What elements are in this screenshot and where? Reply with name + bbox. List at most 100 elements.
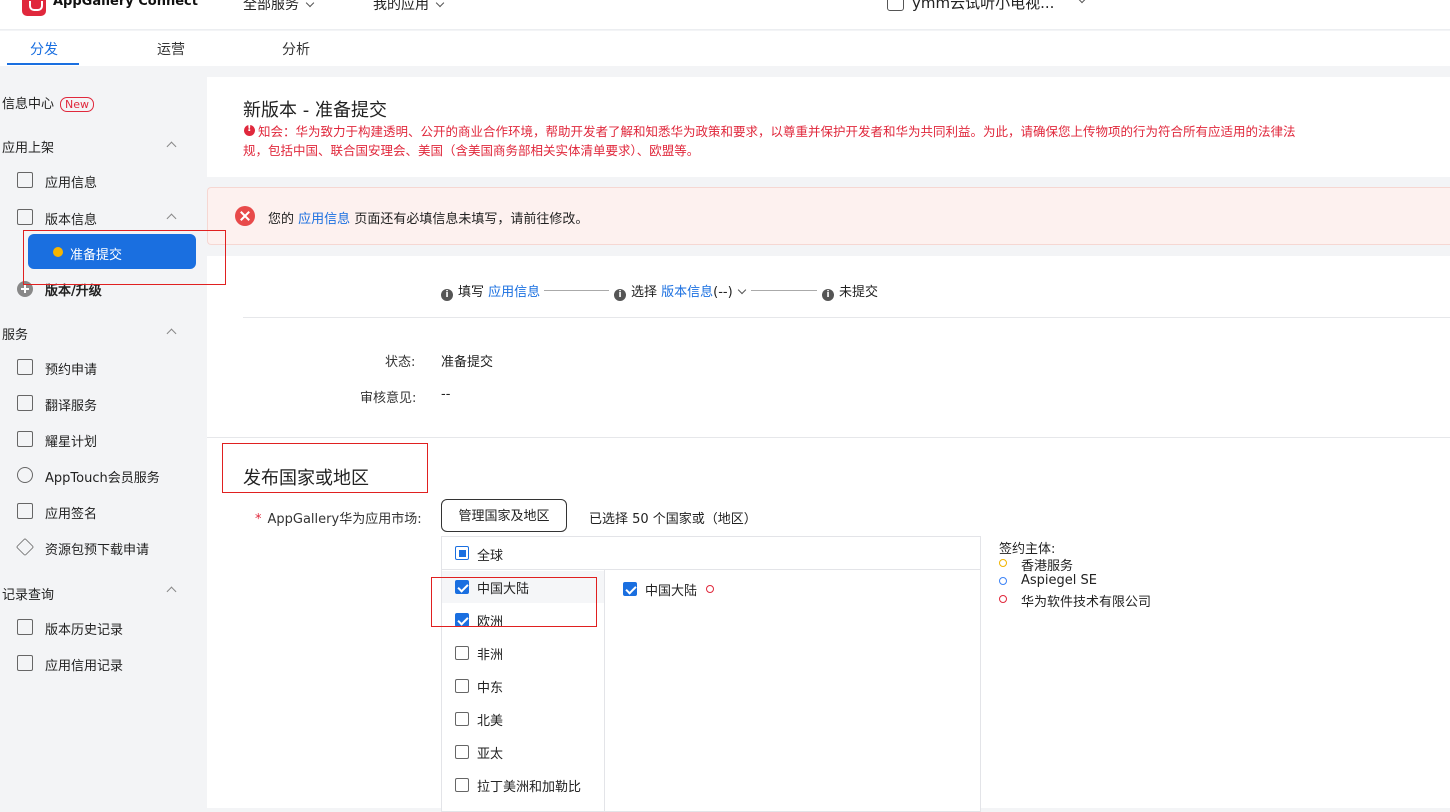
app-name[interactable]: ymm云试听小电视... <box>912 0 1054 13</box>
sidebar-item-resource-preload[interactable]: 资源包预下载申请 <box>45 539 149 558</box>
compliance-notice-line1: 知会：华为致力于构建透明、公开的商业合作环境，帮助开发者了解和知悉华为政策和要求… <box>258 124 1296 139</box>
step-app-info-link[interactable]: 应用信息 <box>488 285 540 300</box>
reservation-icon <box>17 359 33 375</box>
page-title: 新版本 - 准备提交 <box>243 100 387 121</box>
appgallery-logo-icon[interactable] <box>22 0 46 16</box>
info-icon: i <box>441 289 453 301</box>
tab-operate[interactable]: 运营 <box>157 39 185 59</box>
info-icon: i <box>822 289 834 301</box>
translate-icon <box>17 395 33 411</box>
step-not-submitted: i 未提交 <box>822 281 878 301</box>
chevron-down-icon <box>305 0 315 8</box>
alert-app-info-link[interactable]: 应用信息 <box>298 212 350 227</box>
alert-message: 您的 应用信息 页面还有必填信息未填写，请前往修改。 <box>268 212 589 227</box>
status-label: 状态: <box>385 355 416 370</box>
region-label[interactable]: 北美 <box>477 710 503 729</box>
star-plan-icon <box>17 431 33 447</box>
member-service-icon <box>17 467 33 483</box>
app-signature-icon <box>17 503 33 519</box>
step-fill-app-info: i 填写 应用信息 <box>441 281 540 301</box>
status-dot-icon <box>53 247 63 257</box>
chevron-up-icon[interactable] <box>166 213 177 224</box>
global-label: 全球 <box>477 549 504 564</box>
status-value: 准备提交 <box>441 355 494 370</box>
region-label[interactable]: 欧洲 <box>477 611 503 630</box>
sidebar-item-version-upgrade[interactable]: 版本/升级 <box>45 280 102 299</box>
region-selector-header <box>442 537 980 570</box>
sidebar-item-reservation[interactable]: 预约申请 <box>45 359 97 378</box>
divider <box>243 317 1450 318</box>
region-label[interactable]: 中东 <box>477 677 503 696</box>
legend-item: 华为软件技术有限公司 <box>1021 595 1152 610</box>
warning-icon <box>244 123 255 136</box>
region-checkbox-asia-pacific[interactable] <box>455 745 469 759</box>
sidebar-group-publish[interactable]: 应用上架 <box>2 137 54 156</box>
sidebar-item-credit-record[interactable]: 应用信用记录 <box>45 655 123 674</box>
review-value: -- <box>441 387 451 402</box>
region-checkbox-europe[interactable] <box>455 613 469 627</box>
chevron-up-icon[interactable] <box>166 328 177 339</box>
market-label: * AppGallery华为应用市场: <box>255 512 422 527</box>
legend-item: Aspiegel SE <box>1021 573 1097 588</box>
global-checkbox[interactable] <box>455 546 469 560</box>
main-tabs: 分发 运营 分析 <box>0 31 1450 66</box>
sidebar-item-star-plan[interactable]: 耀星计划 <box>45 431 97 450</box>
add-circle-icon <box>17 281 33 297</box>
chevron-up-icon[interactable] <box>166 141 177 152</box>
info-icon: i <box>614 289 626 301</box>
sub-region-checkbox-china[interactable] <box>623 582 637 596</box>
sidebar-item-apptouch[interactable]: AppTouch会员服务 <box>45 467 160 486</box>
region-column-divider <box>604 570 605 812</box>
sidebar-item-version-info[interactable]: 版本信息 <box>45 209 97 228</box>
step-select-version: i 选择 版本信息(--) <box>614 281 746 301</box>
review-label: 审核意见: <box>360 391 417 406</box>
chevron-up-icon[interactable] <box>166 586 177 597</box>
region-checkbox-africa[interactable] <box>455 646 469 660</box>
step-version-info-link[interactable]: 版本信息 <box>661 285 713 300</box>
legend-marker-icon <box>999 577 1007 585</box>
resource-package-icon <box>15 537 35 557</box>
manage-regions-button[interactable]: 管理国家及地区 <box>441 499 567 532</box>
sidebar-item-info-center[interactable]: 信息中心 New <box>2 93 95 112</box>
credit-record-icon <box>17 655 33 671</box>
legend-marker-icon <box>999 559 1007 567</box>
region-label[interactable]: 非洲 <box>477 644 503 663</box>
step-connector <box>544 290 609 291</box>
selected-count: 已选择 50 个国家或（地区） <box>589 512 757 527</box>
chevron-down-icon[interactable] <box>737 285 746 295</box>
divider <box>207 437 1450 438</box>
region-checkbox-latin-america[interactable] <box>455 778 469 792</box>
active-tab-underline <box>7 63 79 65</box>
chevron-down-icon <box>435 0 445 8</box>
logo-text: AppGallery Connect <box>53 0 198 9</box>
section-title-regions: 发布国家或地区 <box>243 468 369 489</box>
region-checkbox-middle-east[interactable] <box>455 679 469 693</box>
error-close-icon <box>235 206 255 226</box>
region-label[interactable]: 拉丁美洲和加勒比 <box>477 776 581 795</box>
sidebar-item-app-signature[interactable]: 应用签名 <box>45 503 97 522</box>
region-label[interactable]: 中国大陆 <box>477 578 529 597</box>
region-checkbox-north-america[interactable] <box>455 712 469 726</box>
nav-my-apps[interactable]: 我的应用 <box>373 0 445 14</box>
sidebar-item-version-history[interactable]: 版本历史记录 <box>45 619 123 638</box>
region-checkbox-china[interactable] <box>455 580 469 594</box>
sidebar-item-prepare-submit-label: 准备提交 <box>70 248 123 263</box>
sub-region-label[interactable]: 中国大陆 <box>645 580 697 599</box>
tab-analyze[interactable]: 分析 <box>282 39 310 59</box>
sidebar-group-records[interactable]: 记录查询 <box>2 584 54 603</box>
sidebar-item-app-info[interactable]: 应用信息 <box>45 172 97 191</box>
nav-all-services[interactable]: 全部服务 <box>243 0 315 14</box>
step-connector <box>751 290 817 291</box>
compliance-notice-line2: 规，包括中国、联合国安理会、美国（含美国商务部相关实体清单要求）、欧盟等。 <box>243 143 700 158</box>
entity-marker-icon <box>706 585 714 593</box>
app-info-icon <box>17 172 33 188</box>
region-label[interactable]: 亚太 <box>477 743 503 762</box>
sidebar-group-services[interactable]: 服务 <box>2 324 28 343</box>
tab-distribute[interactable]: 分发 <box>30 39 58 59</box>
legend-marker-icon <box>999 595 1007 603</box>
app-select-checkbox[interactable] <box>887 0 904 11</box>
new-badge: New <box>60 97 95 112</box>
sidebar-item-translate[interactable]: 翻译服务 <box>45 395 97 414</box>
legend-item: 香港服务 <box>1021 559 1074 574</box>
app-switch-chevron-icon[interactable] <box>1077 0 1087 4</box>
